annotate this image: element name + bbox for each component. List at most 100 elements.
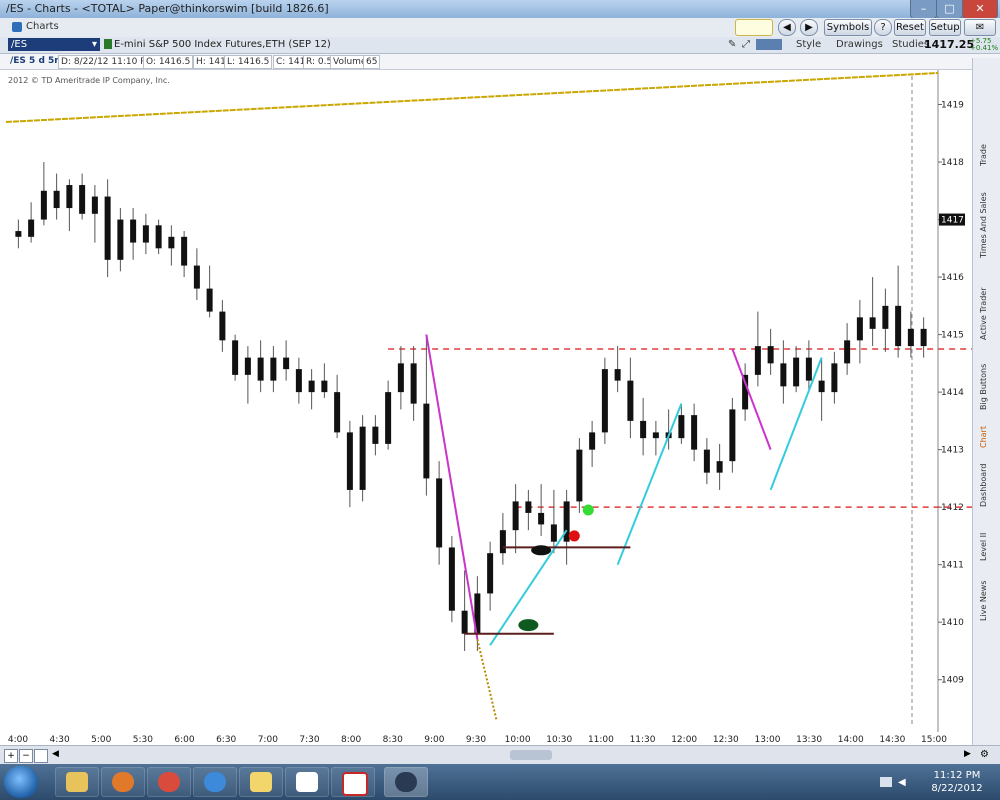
candle [168,225,175,266]
start-button[interactable] [4,766,38,798]
candle [550,489,557,554]
charts-tab[interactable]: Charts [26,21,59,32]
candle [793,346,800,393]
sidebar-tab-trade[interactable]: Trade [979,144,988,166]
candle-body [754,346,761,375]
back-button[interactable]: ◀ [778,19,796,36]
symbol-input[interactable] [735,19,773,36]
x-tick-label: 7:30 [299,735,319,745]
green-marker [518,619,539,632]
candle [652,420,659,456]
candle-body [321,380,328,393]
candle [142,213,149,255]
style-button[interactable]: Style [796,39,821,50]
zoom-out-icon[interactable]: − [19,749,33,763]
candle-body [793,357,800,387]
candle [856,300,863,364]
candle [729,397,736,473]
minimize-button[interactable]: – [910,0,937,19]
right-sidebar: Trade Times And Sales Active Trader Big But… [972,58,1000,748]
candle [895,265,902,358]
candle [40,162,47,226]
x-tick-label: 8:00 [341,735,361,745]
horizontal-scrollbar[interactable] [510,750,552,760]
candle-body [589,432,596,450]
candle-body [346,432,353,490]
candle-body [79,185,86,214]
chat-button[interactable]: ✉ [964,19,996,36]
zoom-in-icon[interactable]: + [4,749,18,763]
taskbar-explorer[interactable] [55,767,99,797]
sidebar-tab-level-ii[interactable]: Level II [979,533,988,561]
sidebar-tab-chart[interactable]: Chart [979,426,988,448]
network-icon[interactable] [880,777,892,787]
setup-button[interactable]: Setup [929,19,961,36]
black-marker [531,545,552,556]
candle-body [155,225,162,249]
candle-body [907,328,914,347]
sidebar-tab-big-buttons[interactable]: Big Buttons [979,364,988,410]
cursor-icon[interactable]: ⤢ [742,39,750,50]
sidebar-tab-active-trader[interactable]: Active Trader [979,287,988,339]
price-chart[interactable]: 2012 © TD Ameritrade IP Company, Inc. 14… [0,70,1000,745]
candle [499,512,506,565]
volume-icon[interactable]: ◀ [898,777,906,788]
maximize-button[interactable]: □ [936,0,963,19]
candle [869,277,876,347]
sidebar-tab-times-and-sales[interactable]: Times And Sales [979,192,988,258]
folder-icon [250,772,272,792]
candle [882,288,889,352]
candle-body [805,357,812,381]
y-tick-label: 1411 [941,561,964,571]
taskbar-pdf[interactable] [331,767,375,797]
candle [767,328,774,375]
candle-body [295,369,302,393]
settings-icon[interactable]: ⚙ [980,749,989,760]
forward-button[interactable]: ▶ [800,19,818,36]
taskbar-thinkorswim[interactable] [384,767,428,797]
link-icon[interactable] [104,39,112,49]
help-button[interactable]: ? [874,19,892,36]
taskbar-ie[interactable] [193,767,237,797]
x-tick-label: 12:30 [713,735,739,745]
symbols-button[interactable]: Symbols [824,19,872,36]
candle-body [397,363,404,393]
scroll-right-icon[interactable]: ▶ [964,749,971,759]
fit-icon[interactable] [34,749,48,763]
taskbar-folder[interactable] [239,767,283,797]
bar-info-strip: /ES 5 d 5m D: 8/22/12 11:10 PM O: 1416.5… [0,54,1000,70]
pdf-icon [342,772,368,796]
system-clock[interactable]: 11:12 PM 8/22/2012 [918,769,996,795]
scroll-left-icon[interactable]: ◀ [52,749,59,759]
candle-body [525,501,532,513]
y-tick-label: 1413 [941,446,964,456]
long-trendline [5,72,939,123]
candle-body [410,363,417,404]
drawings-button[interactable]: Drawings [836,39,883,50]
chart-type-icon[interactable] [756,39,782,50]
sidebar-tab-dashboard[interactable]: Dashboard [979,464,988,507]
reset-button[interactable]: Reset [894,19,926,36]
taskbar-document[interactable] [285,767,329,797]
close-button[interactable]: ✕ [962,0,998,19]
x-tick-label: 10:30 [546,735,572,745]
y-tick-label: 1414 [941,388,964,398]
sidebar-tab-live-news[interactable]: Live News [979,580,988,621]
charts-tab-icon [12,22,22,32]
candle-body [15,231,22,237]
drawing-tool-icon[interactable]: ✎ [728,39,736,50]
symbol-description: E-mini S&P 500 Index Futures,ETH (SEP 12… [114,39,331,50]
candle-body [652,432,659,439]
candle [487,541,494,611]
x-tick-label: 4:30 [50,735,70,745]
taskbar-chrome[interactable] [147,767,191,797]
symbol-selector[interactable]: /ES ▾ [8,38,100,51]
x-tick-label: 9:00 [424,735,444,745]
taskbar-firefox[interactable] [101,767,145,797]
chart-bottom-bar: + − ◀ ▶ ⚙ [0,745,1000,765]
candle [640,397,647,456]
candle [117,208,124,272]
red-dot [568,530,580,542]
y-tick-label: 1409 [941,676,964,686]
last-price: 1417.25 [924,38,975,51]
